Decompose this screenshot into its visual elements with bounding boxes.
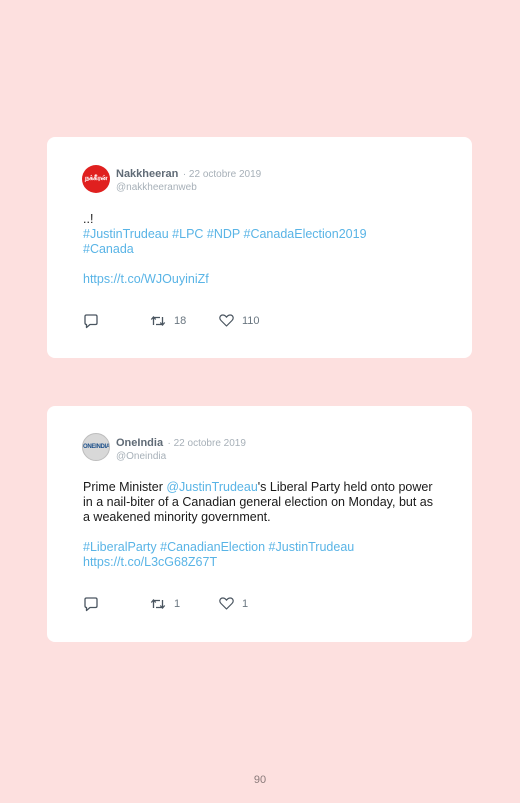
tweet-header: OneIndia · 22 octobre 2019 @Oneindia [116, 435, 246, 463]
tweet-header: Nakkheeran · 22 octobre 2019 @nakkheeran… [116, 166, 261, 194]
retweet-count: 1 [174, 598, 181, 610]
like-count: 110 [242, 314, 260, 327]
like-count: 1 [242, 597, 249, 610]
tweet-card: நக்கீரன் Nakkheeran · 22 octobre 2019 @n… [47, 137, 472, 358]
hashtag-link[interactable]: #Canada [83, 242, 433, 257]
author-handle[interactable]: @nakkheeranweb [116, 181, 261, 194]
tweet-text: ..! [83, 212, 94, 226]
tweet-actions: 18 110 [83, 314, 303, 330]
tweet-body: ..! #JustinTrudeau #LPC #NDP #CanadaElec… [83, 212, 433, 287]
author-name[interactable]: OneIndia [116, 437, 163, 449]
tweet-url-link[interactable]: https://t.co/WJOuyiniZf [83, 272, 433, 287]
heart-icon [219, 314, 234, 327]
tweet-actions: 1 1 [83, 597, 303, 613]
hashtag-links[interactable]: #LiberalParty #CanadianElection #JustinT… [83, 540, 433, 555]
tweet-date[interactable]: · 22 octobre 2019 [183, 169, 261, 180]
mention-link[interactable]: @JustinTrudeau [166, 480, 257, 494]
avatar-logo-text: ONEINDIA [83, 444, 110, 450]
reply-button[interactable] [83, 597, 99, 612]
avatar-logo-text: நக்கீரன் [84, 175, 108, 182]
retweet-button[interactable]: 1 [150, 597, 180, 611]
author-handle[interactable]: @Oneindia [116, 450, 246, 463]
avatar[interactable]: நக்கீரன் [82, 165, 110, 193]
tweet-card: ONEINDIA OneIndia · 22 octobre 2019 @One… [47, 406, 472, 642]
retweet-icon [150, 599, 166, 609]
author-name[interactable]: Nakkheeran [116, 168, 178, 180]
tweet-body: Prime Minister @JustinTrudeau's Liberal … [83, 480, 433, 570]
tweet-url-link[interactable]: https://t.co/L3cG68Z67T [83, 555, 433, 570]
tweet-date[interactable]: · 22 octobre 2019 [168, 438, 246, 449]
like-button[interactable]: 1 [219, 597, 248, 610]
reply-button[interactable] [83, 314, 99, 329]
tweet-text: Prime Minister @JustinTrudeau's Liberal … [83, 480, 433, 525]
like-button[interactable]: 110 [219, 314, 260, 327]
retweet-count: 18 [174, 315, 187, 327]
tweet-text-start: Prime Minister [83, 480, 167, 494]
hashtag-links[interactable]: #JustinTrudeau #LPC #NDP #CanadaElection… [83, 227, 433, 242]
retweet-icon [150, 316, 166, 326]
retweet-button[interactable]: 18 [150, 314, 186, 328]
reply-icon [84, 597, 98, 612]
avatar[interactable]: ONEINDIA [82, 433, 110, 461]
page-number: 90 [253, 774, 267, 786]
heart-icon [219, 597, 234, 610]
reply-icon [84, 314, 98, 329]
